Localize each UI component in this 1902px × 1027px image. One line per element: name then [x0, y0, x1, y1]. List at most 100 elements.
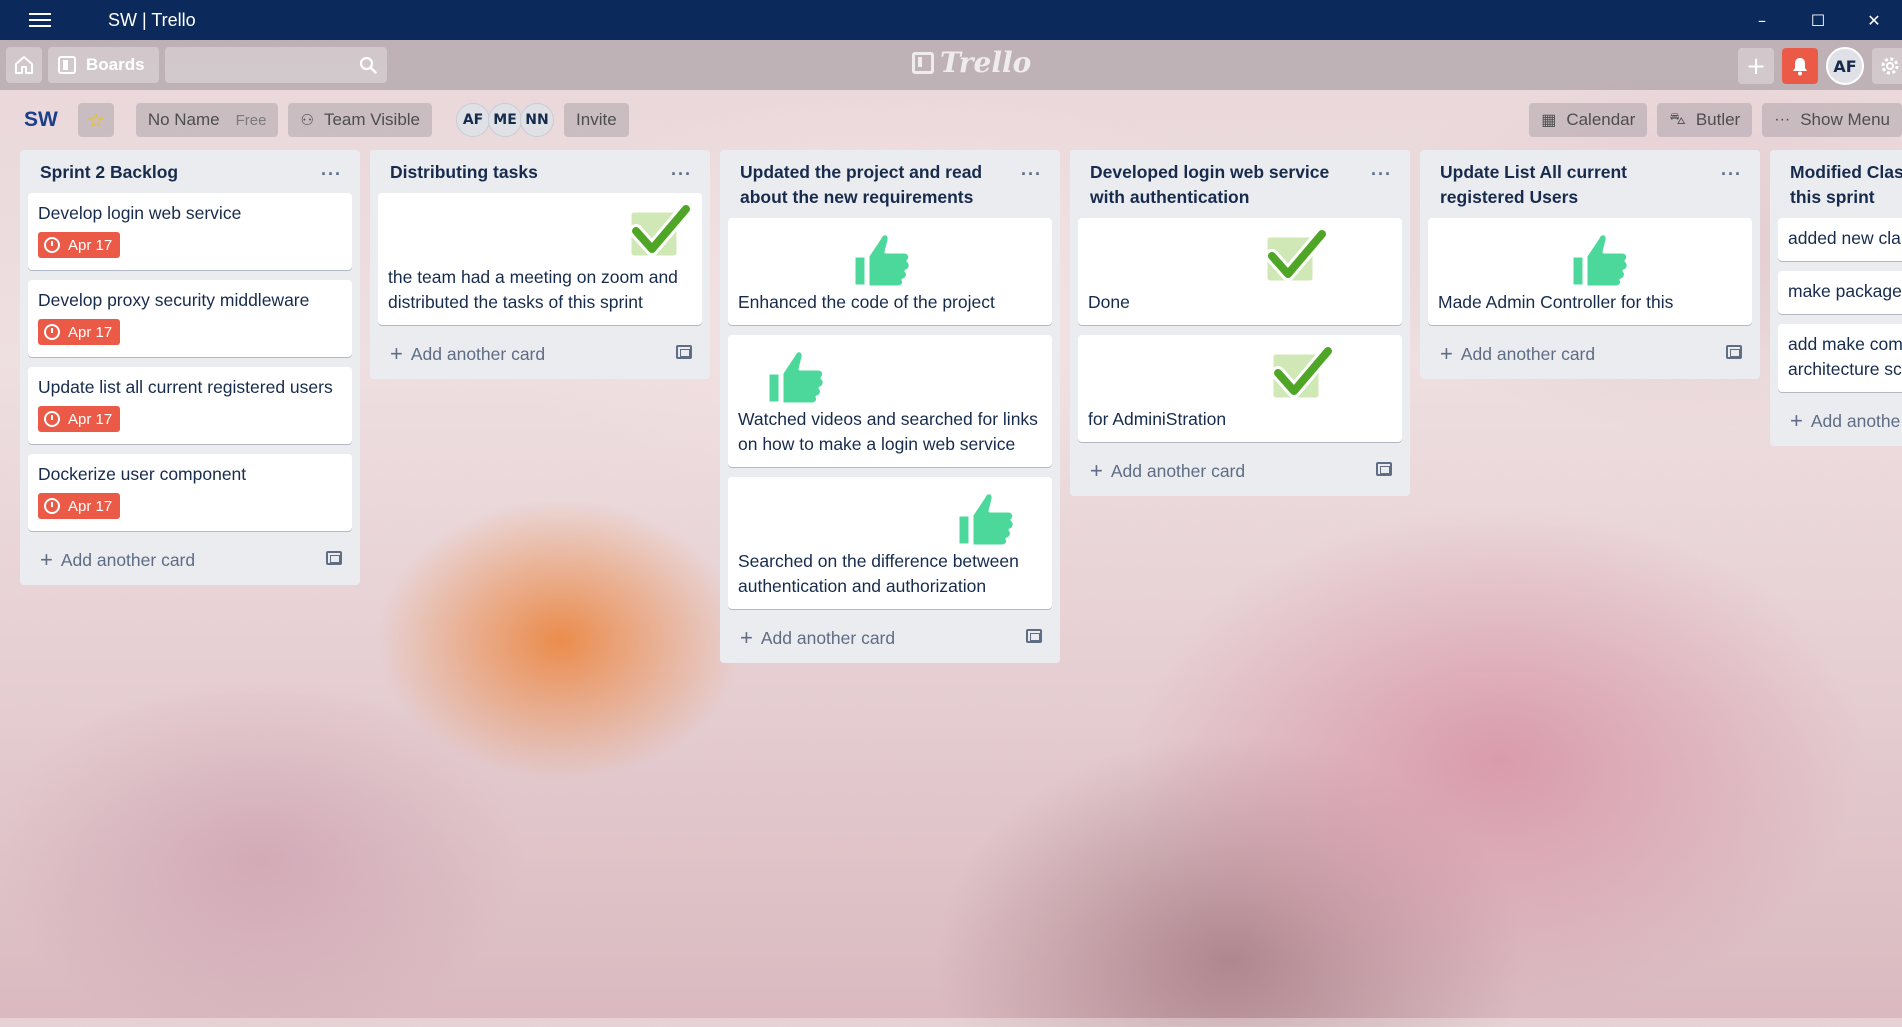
star-icon: ☆	[86, 109, 105, 132]
list-updated-project: Updated the project and read about the n…	[720, 150, 1060, 663]
maximize-button[interactable]: ☐	[1790, 0, 1846, 40]
list-title[interactable]: Sprint 2 Backlog	[40, 162, 178, 182]
list-header[interactable]: Modified Class this sprint	[1778, 150, 1902, 218]
add-card-button[interactable]: + Add another card	[28, 541, 352, 577]
minimize-button[interactable]: –	[1734, 0, 1790, 40]
sticker-area	[388, 201, 692, 265]
home-icon	[15, 56, 33, 74]
list-header[interactable]: Updated the project and read about the n…	[728, 150, 1052, 218]
list-menu-icon[interactable]: ···	[1021, 162, 1042, 187]
home-button[interactable]	[6, 47, 42, 83]
thumbs-up-sticker-icon	[852, 232, 912, 289]
card[interactable]: Develop login web service Apr 17	[28, 193, 352, 270]
horizontal-scrollbar[interactable]	[0, 1018, 1902, 1027]
boards-button[interactable]: Boards	[48, 47, 159, 83]
list-menu-icon[interactable]: ···	[1371, 162, 1392, 187]
card-template-icon[interactable]	[326, 551, 342, 565]
list-title[interactable]: Update List All current registered Users	[1440, 162, 1627, 207]
card[interactable]: Searched on the difference between authe…	[728, 477, 1052, 609]
search-input[interactable]	[164, 47, 387, 83]
list-menu-icon[interactable]: ···	[321, 162, 342, 187]
butler-icon: ⛍	[1669, 111, 1686, 128]
show-menu-button[interactable]: ··· Show Menu	[1762, 103, 1902, 137]
visibility-button[interactable]: ⚇ Team Visible	[288, 103, 433, 137]
list-menu-icon[interactable]: ···	[1721, 162, 1742, 187]
check-sticker-icon	[628, 202, 692, 259]
due-date-badge[interactable]: Apr 17	[38, 493, 121, 519]
create-button[interactable]: +	[1738, 48, 1774, 84]
trello-logo[interactable]: Trello	[912, 46, 1031, 79]
list-title[interactable]: Modified Class this sprint	[1790, 162, 1902, 207]
due-date-text: Apr 17	[68, 323, 113, 341]
list-sprint-2-backlog: Sprint 2 Backlog ··· Develop login web s…	[20, 150, 360, 585]
clock-icon	[44, 324, 60, 340]
card-title: Enhanced the code of the project	[738, 292, 995, 312]
card[interactable]: add make com architecture sc	[1778, 324, 1902, 392]
notifications-button[interactable]	[1782, 48, 1818, 84]
card-template-icon[interactable]	[676, 345, 692, 359]
add-card-button[interactable]: + Add anothe	[1778, 402, 1902, 438]
sticker-area	[1088, 226, 1392, 290]
butler-label: Butler	[1695, 110, 1741, 129]
add-card-button[interactable]: + Add another card	[1428, 335, 1752, 371]
add-card-button[interactable]: + Add another card	[378, 335, 702, 371]
calendar-label: Calendar	[1566, 110, 1636, 129]
calendar-button[interactable]: ▦ Calendar	[1529, 103, 1648, 137]
card[interactable]: Enhanced the code of the project	[728, 218, 1052, 325]
card[interactable]: the team had a meeting on zoom and distr…	[378, 193, 702, 325]
due-date-badge[interactable]: Apr 17	[38, 232, 121, 258]
gear-icon	[1881, 57, 1899, 75]
user-avatar[interactable]: AF	[1826, 47, 1864, 85]
board-name[interactable]: SW	[24, 108, 58, 132]
settings-button[interactable]	[1872, 48, 1902, 84]
card[interactable]: added new cla	[1778, 218, 1902, 261]
show-menu-label: Show Menu	[1800, 110, 1890, 129]
star-board-button[interactable]: ☆	[77, 103, 114, 137]
card[interactable]: make package	[1778, 271, 1902, 314]
list-developed-login: Developed login web service with authent…	[1070, 150, 1410, 496]
window-title: SW | Trello	[108, 9, 196, 30]
card[interactable]: Update list all current registered users…	[28, 367, 352, 444]
list-title[interactable]: Developed login web service with authent…	[1090, 162, 1329, 207]
list-header[interactable]: Developed login web service with authent…	[1078, 150, 1402, 218]
card[interactable]: Watched videos and searched for links on…	[728, 335, 1052, 467]
sticker-area	[738, 343, 1042, 407]
visibility-label: Team Visible	[323, 110, 421, 129]
card[interactable]: Done	[1078, 218, 1402, 325]
butler-button[interactable]: ⛍ Butler	[1657, 103, 1753, 137]
add-card-button[interactable]: + Add another card	[728, 619, 1052, 655]
member-avatar[interactable]: AF	[456, 103, 491, 137]
add-card-label: Add another card	[1460, 343, 1596, 364]
due-date-badge[interactable]: Apr 17	[38, 406, 121, 432]
due-date-text: Apr 17	[68, 236, 113, 254]
check-sticker-icon	[1270, 344, 1334, 401]
add-card-button[interactable]: + Add another card	[1078, 452, 1402, 488]
list-title[interactable]: Updated the project and read about the n…	[740, 162, 982, 207]
list-update-list-users: Update List All current registered Users…	[1420, 150, 1760, 379]
team-plan-badge: Free	[235, 111, 267, 129]
card-template-icon[interactable]	[1026, 629, 1042, 643]
team-button[interactable]: No Name Free	[135, 103, 279, 137]
member-avatar[interactable]: NN	[520, 103, 555, 137]
due-date-badge[interactable]: Apr 17	[38, 319, 121, 345]
list-header[interactable]: Distributing tasks ···	[378, 150, 702, 193]
card[interactable]: Develop proxy security middleware Apr 17	[28, 280, 352, 357]
thumbs-up-sticker-icon	[1570, 232, 1630, 289]
card-template-icon[interactable]	[1376, 462, 1392, 476]
sticker-area	[738, 226, 1042, 290]
list-title[interactable]: Distributing tasks	[390, 162, 538, 182]
clock-icon	[44, 237, 60, 253]
list-menu-icon[interactable]: ···	[671, 162, 692, 187]
hamburger-menu-button[interactable]	[0, 0, 80, 40]
invite-button[interactable]: Invite	[564, 103, 629, 137]
card[interactable]: for AdminiStration	[1078, 335, 1402, 442]
clock-icon	[44, 498, 60, 514]
team-name: No Name	[147, 110, 220, 129]
card[interactable]: Dockerize user component Apr 17	[28, 454, 352, 531]
list-header[interactable]: Update List All current registered Users…	[1428, 150, 1752, 218]
card-template-icon[interactable]	[1726, 345, 1742, 359]
list-header[interactable]: Sprint 2 Backlog ···	[28, 150, 352, 193]
card[interactable]: Made Admin Controller for this	[1428, 218, 1752, 325]
close-button[interactable]: ✕	[1846, 0, 1902, 40]
member-avatar[interactable]: ME	[488, 103, 523, 137]
